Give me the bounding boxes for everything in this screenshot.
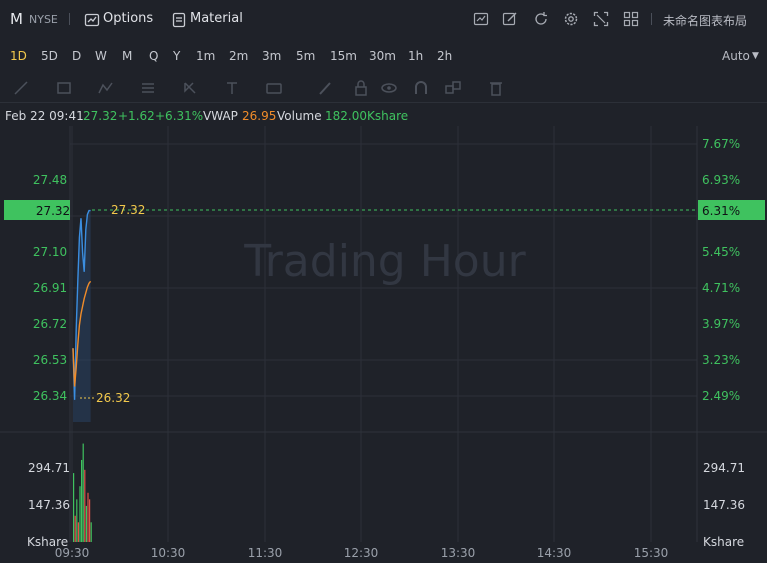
edit-icon[interactable] [502, 11, 518, 27]
low-label: 26.32 [96, 391, 130, 405]
header-divider-right [651, 13, 652, 25]
pattern-tool-icon[interactable] [97, 79, 115, 97]
price-axis-label: 26.91 [33, 281, 67, 295]
period-q[interactable]: Q [149, 49, 158, 63]
volume-axis-label-right: 147.36 [703, 498, 745, 512]
volume-label: Volume [277, 109, 322, 123]
volume-bar [90, 522, 92, 542]
info-change-pct: +6.31% [155, 109, 204, 123]
volume-axis-label: 147.36 [28, 498, 70, 512]
period-2h[interactable]: 2h [437, 49, 452, 63]
period-1h[interactable]: 1h [408, 49, 423, 63]
period-30m[interactable]: 30m [369, 49, 396, 63]
chevron-down-icon[interactable]: ▼ [752, 51, 759, 61]
period-5m[interactable]: 5m [296, 49, 315, 63]
volume-bar [84, 469, 86, 542]
time-axis-label: 10:30 [151, 546, 186, 560]
layout-grid-icon[interactable] [623, 11, 639, 27]
volume-bar [74, 515, 76, 542]
volume-bar [79, 486, 81, 542]
volume-axis-label-right: 294.71 [703, 461, 745, 475]
ticker-symbol[interactable]: M [10, 10, 23, 28]
layout-name[interactable]: 未命名图表布局 [663, 12, 747, 29]
current-price-tag: 27.32 [36, 204, 70, 218]
time-axis-label: 13:30 [441, 546, 476, 560]
vwap-value: 26.95 [242, 109, 277, 123]
watermark-text: Trading Hour [243, 236, 526, 287]
percent-axis-label: 3.97% [702, 317, 740, 331]
scale-mode-select[interactable]: Auto [722, 49, 750, 63]
rectangle-tool-icon[interactable] [55, 79, 73, 97]
volume-bar [77, 522, 79, 542]
line-tool-icon[interactable] [12, 79, 30, 97]
percent-axis-label: 4.71% [702, 281, 740, 295]
magnet-icon[interactable] [412, 79, 430, 97]
info-date: Feb 22 09:41 [5, 109, 84, 123]
volume-axis-label-right: Kshare [703, 535, 744, 549]
period-1m[interactable]: 1m [196, 49, 215, 63]
period-15m[interactable]: 15m [330, 49, 357, 63]
material-button[interactable]: Material [190, 11, 243, 26]
pen-tool-icon[interactable] [316, 79, 334, 97]
volume-bar [76, 499, 78, 542]
percent-axis-label: 7.67% [702, 137, 740, 151]
fib-tool-icon[interactable] [139, 79, 157, 97]
percent-axis-label: 2.49% [702, 389, 740, 403]
period-y[interactable]: Y [173, 49, 180, 63]
measure-tool-icon[interactable] [223, 79, 241, 97]
options-icon [84, 12, 100, 28]
info-price: 27.32 [83, 109, 118, 123]
period-3m[interactable]: 3m [262, 49, 281, 63]
trash-icon[interactable] [487, 79, 505, 97]
exchange-label: NYSE [29, 13, 58, 26]
fullscreen-icon[interactable] [593, 11, 609, 27]
link-icon[interactable] [444, 79, 462, 97]
time-axis-label: 15:30 [634, 546, 669, 560]
volume-axis-label: 294.71 [28, 461, 70, 475]
eye-icon[interactable] [380, 79, 398, 97]
percent-axis-label: 6.93% [702, 173, 740, 187]
arrow-tool-icon[interactable] [181, 79, 199, 97]
settings-icon[interactable] [563, 11, 579, 27]
vwap-label: VWAP [203, 109, 238, 123]
volume-bar [82, 443, 84, 542]
time-axis-label: 14:30 [537, 546, 572, 560]
header-divider [69, 13, 70, 25]
chart-type-icon[interactable] [473, 11, 489, 27]
refresh-icon[interactable] [533, 11, 549, 27]
volume-bar [73, 473, 75, 542]
price-axis-label: 27.48 [33, 173, 67, 187]
volume-bar [89, 499, 91, 542]
time-axis-label: 12:30 [344, 546, 379, 560]
volume-bar [87, 492, 89, 542]
time-axis-label: 11:30 [248, 546, 283, 560]
price-axis-label: 27.10 [33, 245, 67, 259]
high-label: 27.32 [111, 203, 145, 217]
period-5d[interactable]: 5D [41, 49, 58, 63]
price-chart[interactable]: Trading Hour 27.48 27.10 26.91 26.72 26.53 26… [0, 126, 767, 563]
lock-icon[interactable] [352, 79, 370, 97]
volume-bar [81, 459, 83, 542]
material-icon [171, 12, 187, 28]
price-axis-label: 26.53 [33, 353, 67, 367]
period-1d[interactable]: 1D [10, 49, 27, 63]
price-axis-label: 26.72 [33, 317, 67, 331]
info-change: +1.62 [118, 109, 155, 123]
text-tool-icon[interactable] [265, 79, 283, 97]
period-w[interactable]: W [95, 49, 107, 63]
volume-bar [85, 505, 87, 542]
percent-axis-label: 3.23% [702, 353, 740, 367]
price-axis-label: 26.34 [33, 389, 67, 403]
period-m[interactable]: M [122, 49, 132, 63]
options-button[interactable]: Options [103, 11, 153, 26]
period-2m[interactable]: 2m [229, 49, 248, 63]
period-d[interactable]: D [72, 49, 81, 63]
volume-value: 182.00Kshare [325, 109, 409, 123]
percent-axis-label: 5.45% [702, 245, 740, 259]
current-pct-tag: 6.31% [702, 204, 740, 218]
time-axis-label: 09:30 [55, 546, 90, 560]
